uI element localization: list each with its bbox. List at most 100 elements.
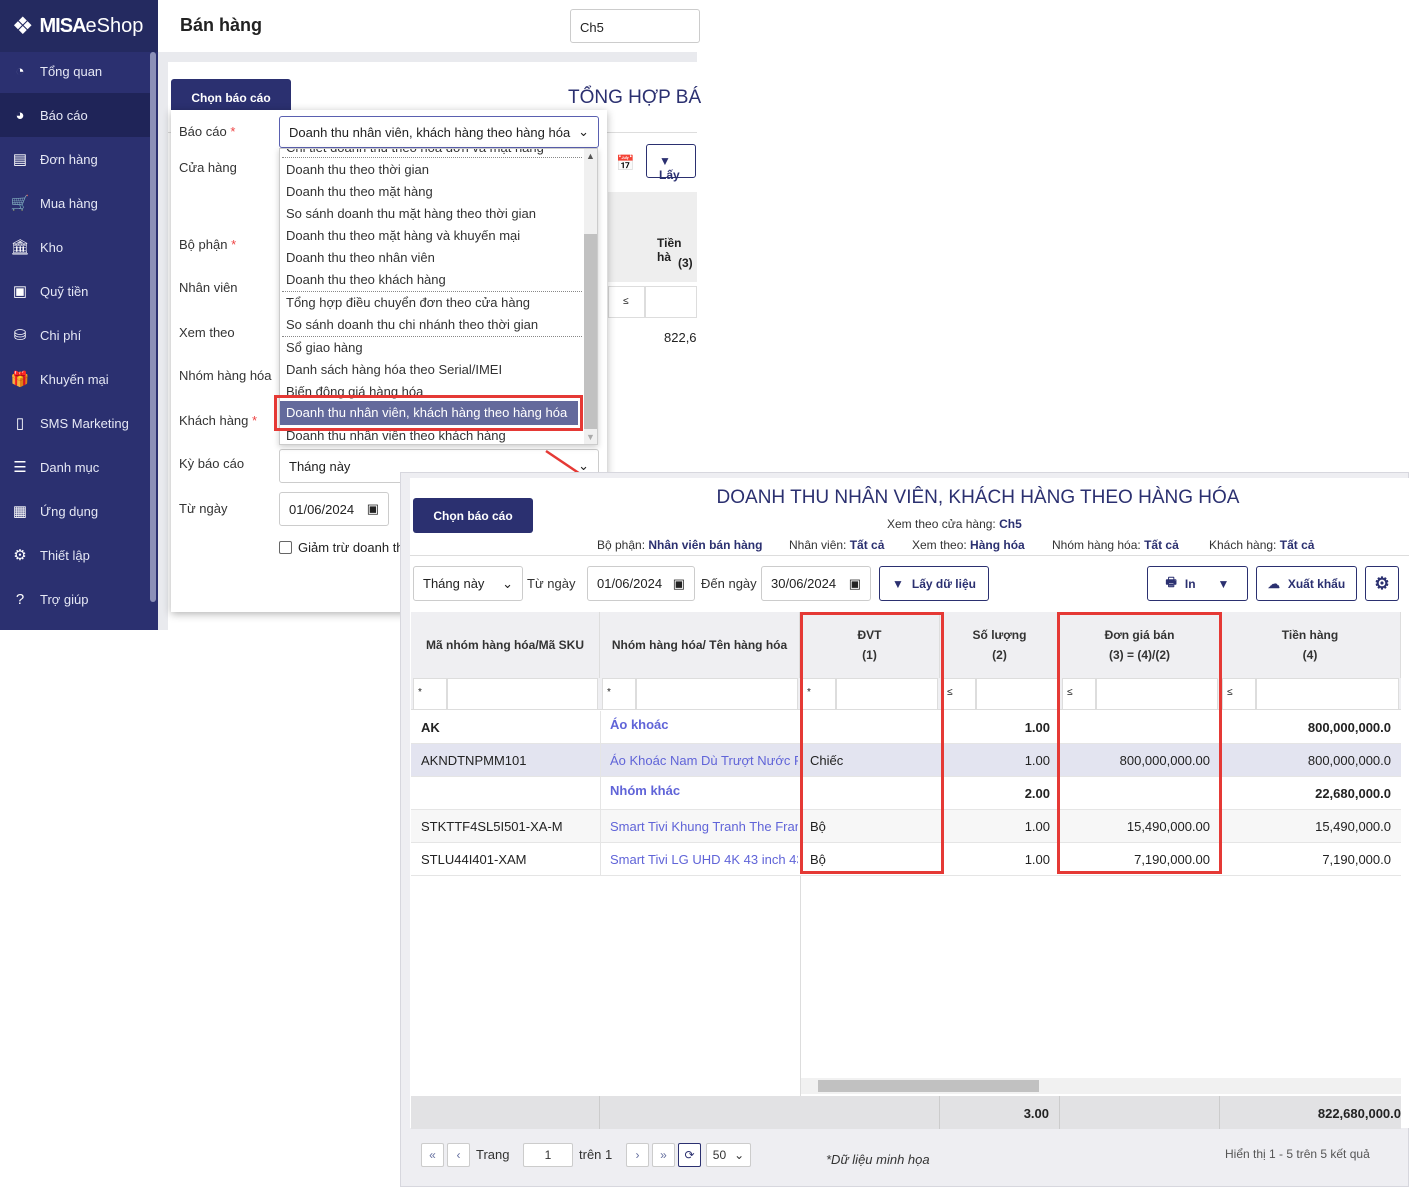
from-date-input[interactable]: 01/06/2024 ▣ bbox=[587, 566, 695, 601]
calendar-icon[interactable]: ▣ bbox=[673, 576, 685, 592]
calendar-icon[interactable]: ▣ bbox=[367, 501, 379, 517]
dropdown-option[interactable]: Danh sách hàng hóa theo Serial/IMEI bbox=[286, 362, 502, 377]
sidebar-item-8[interactable]: ▯ SMS Marketing bbox=[0, 401, 150, 445]
column-header[interactable]: Mã nhóm hàng hóa/Mã SKU bbox=[411, 612, 600, 678]
print-button[interactable]: 🖶 In ▼ bbox=[1147, 566, 1248, 601]
checkbox-icon[interactable] bbox=[279, 541, 292, 554]
period-select[interactable]: Tháng này ⌄ bbox=[413, 566, 523, 601]
prev-page-button[interactable]: ‹ bbox=[447, 1143, 470, 1167]
sidebar-item-5[interactable]: ▣ Quỹ tiền bbox=[0, 269, 150, 313]
get-data-button[interactable]: ▼ Lấy bbox=[646, 144, 696, 182]
logo-icon: ❖ bbox=[12, 12, 34, 40]
horizontal-scroll-thumb[interactable] bbox=[818, 1080, 1039, 1092]
column-header[interactable]: Nhóm hàng hóa/ Tên hàng hóa bbox=[600, 612, 800, 678]
phone-icon: ▯ bbox=[15, 415, 25, 432]
dropdown-option[interactable]: Doanh thu theo thời gian bbox=[286, 162, 429, 177]
pager-summary: Hiển thị 1 - 5 trên 5 kết quả bbox=[1225, 1147, 1370, 1161]
meta-label: Xem theo: bbox=[912, 538, 967, 552]
scroll-down-icon[interactable]: ▼ bbox=[586, 432, 595, 442]
chevron-down-icon: ⌄ bbox=[734, 1148, 745, 1162]
filter-input[interactable] bbox=[447, 678, 598, 710]
dropdown-option[interactable]: So sánh doanh thu chi nhánh theo thời gi… bbox=[286, 317, 538, 332]
sidebar-item-3[interactable]: 🛒 Mua hàng bbox=[0, 181, 150, 225]
first-page-button[interactable]: « bbox=[421, 1143, 444, 1167]
safe-icon: ▣ bbox=[12, 283, 28, 300]
gear-icon: ⚙ bbox=[13, 547, 27, 564]
cell-amount: 15,490,000.0 bbox=[1315, 819, 1391, 834]
sidebar-item-6[interactable]: ⛁ Chi phí bbox=[0, 313, 150, 357]
page-total: trên 1 bbox=[579, 1147, 613, 1162]
sidebar-item-7[interactable]: 🎁 Khuyến mại bbox=[0, 357, 150, 401]
warehouse-icon: 🏛 bbox=[10, 239, 30, 256]
filter-icon: ▼ bbox=[892, 576, 904, 591]
dropdown-option[interactable]: Tổng hợp điều chuyển đơn theo cửa hàng bbox=[286, 295, 530, 310]
meta-label: Bộ phận: bbox=[597, 538, 646, 552]
filter-operator[interactable]: ≤ bbox=[1222, 678, 1256, 710]
dropdown-option[interactable]: Doanh thu theo mặt hàng bbox=[286, 184, 433, 199]
sidebar-item-1[interactable]: ◕ Báo cáo bbox=[0, 93, 150, 137]
choose-report-button[interactable]: Chọn báo cáo bbox=[171, 79, 291, 113]
refresh-button[interactable]: ⟳ bbox=[678, 1143, 701, 1167]
total-qty: 3.00 bbox=[1023, 1106, 1049, 1121]
page-input[interactable]: 1 bbox=[523, 1143, 573, 1167]
sidebar-item-9[interactable]: ☰ Danh mục bbox=[0, 445, 150, 489]
dropdown-option[interactable]: Sổ giao hàng bbox=[286, 340, 363, 355]
calendar-icon[interactable]: 📅 bbox=[616, 154, 635, 172]
meta-value: Hàng hóa bbox=[970, 538, 1025, 552]
page-size-select[interactable]: 50 ⌄ bbox=[706, 1143, 751, 1167]
deduct-checkbox[interactable]: Giảm trừ doanh th bbox=[279, 540, 404, 555]
cell-amount: 7,190,000.0 bbox=[1322, 852, 1391, 867]
report-label: Báo cáo * bbox=[179, 124, 236, 139]
sidebar-item-12[interactable]: ? Trợ giúp bbox=[0, 577, 150, 621]
from-label: Từ ngày bbox=[527, 576, 576, 591]
sidebar-item-2[interactable]: ▤ Đơn hàng bbox=[0, 137, 150, 181]
filter-operator[interactable]: ≤ bbox=[608, 286, 645, 318]
dropdown-option[interactable]: Chi tiết doanh thu theo hóa đơn và mặt h… bbox=[286, 149, 544, 155]
store-select[interactable]: Ch5 bbox=[570, 9, 700, 43]
dropdown-option[interactable]: Doanh thu theo khách hàng bbox=[286, 272, 446, 287]
to-date-input[interactable]: 30/06/2024 ▣ bbox=[761, 566, 871, 601]
get-data-button[interactable]: ▼ Lấy dữ liệu bbox=[879, 566, 989, 601]
filter-operator[interactable]: * bbox=[413, 678, 447, 710]
cell-code: STKTTF4SL5I501-XA-M bbox=[421, 819, 563, 834]
next-page-button[interactable]: › bbox=[626, 1143, 649, 1167]
meta-label: Xem theo cửa hàng: bbox=[887, 517, 996, 531]
dropdown-option[interactable]: So sánh doanh thu mặt hàng theo thời gia… bbox=[286, 206, 536, 221]
cell-qty: 2.00 bbox=[1024, 786, 1050, 801]
cloud-download-icon: ☁ bbox=[1267, 576, 1280, 591]
filter-operator[interactable]: ≤ bbox=[942, 678, 976, 710]
cell-name[interactable]: Smart Tivi Khung Tranh The Fram bbox=[610, 819, 798, 834]
meta-value: Tất cả bbox=[1144, 538, 1179, 552]
dropdown-scroll-thumb[interactable] bbox=[584, 234, 597, 429]
filter-input[interactable] bbox=[1256, 678, 1399, 710]
sidebar-scrollbar[interactable] bbox=[150, 52, 156, 602]
filter-input[interactable] bbox=[645, 286, 697, 318]
cell-name[interactable]: Áo khoác bbox=[610, 717, 798, 732]
cell-name[interactable]: Áo Khoác Nam Dù Trượt Nước Ph bbox=[610, 753, 798, 768]
sidebar-item-4[interactable]: 🏛 Kho bbox=[0, 225, 150, 269]
sidebar-item-11[interactable]: ⚙ Thiết lập bbox=[0, 533, 150, 577]
report-title: TỔNG HỢP BÁ bbox=[568, 87, 702, 108]
report-select[interactable]: Doanh thu nhân viên, khách hàng theo hàn… bbox=[279, 116, 599, 148]
scroll-up-icon[interactable]: ▲ bbox=[586, 151, 595, 161]
dashboard-icon: ◔ bbox=[15, 62, 25, 80]
cell-name[interactable]: Nhóm khác bbox=[610, 783, 798, 798]
cell-name[interactable]: Smart Tivi LG UHD 4K 43 inch 43 bbox=[610, 852, 798, 867]
cell-qty: 1.00 bbox=[1024, 819, 1050, 834]
filter-input[interactable] bbox=[636, 678, 798, 710]
export-button[interactable]: ☁ Xuất khẩu bbox=[1256, 566, 1357, 601]
dropdown-option[interactable]: Doanh thu theo mặt hàng và khuyến mại bbox=[286, 228, 520, 243]
settings-button[interactable]: ⚙ bbox=[1365, 566, 1399, 601]
calendar-icon[interactable]: ▣ bbox=[849, 576, 861, 592]
last-page-button[interactable]: » bbox=[652, 1143, 675, 1167]
sidebar-item-0[interactable]: ◔ Tổng quan bbox=[0, 49, 150, 93]
filter-input[interactable] bbox=[976, 678, 1058, 710]
from-date-input[interactable]: 01/06/2024 ▣ bbox=[279, 492, 389, 526]
group-label: Nhóm hàng hóa bbox=[179, 368, 272, 383]
column-header[interactable]: Số lượng (2) bbox=[940, 612, 1060, 678]
column-header[interactable]: Tiền hàng (4) bbox=[1220, 612, 1401, 678]
dropdown-option[interactable]: Doanh thu theo nhân viên bbox=[286, 250, 435, 265]
sidebar-item-10[interactable]: ▦ Ứng dụng bbox=[0, 489, 150, 533]
filter-operator[interactable]: * bbox=[602, 678, 636, 710]
logo[interactable]: ❖ MISA eShop bbox=[0, 0, 158, 52]
